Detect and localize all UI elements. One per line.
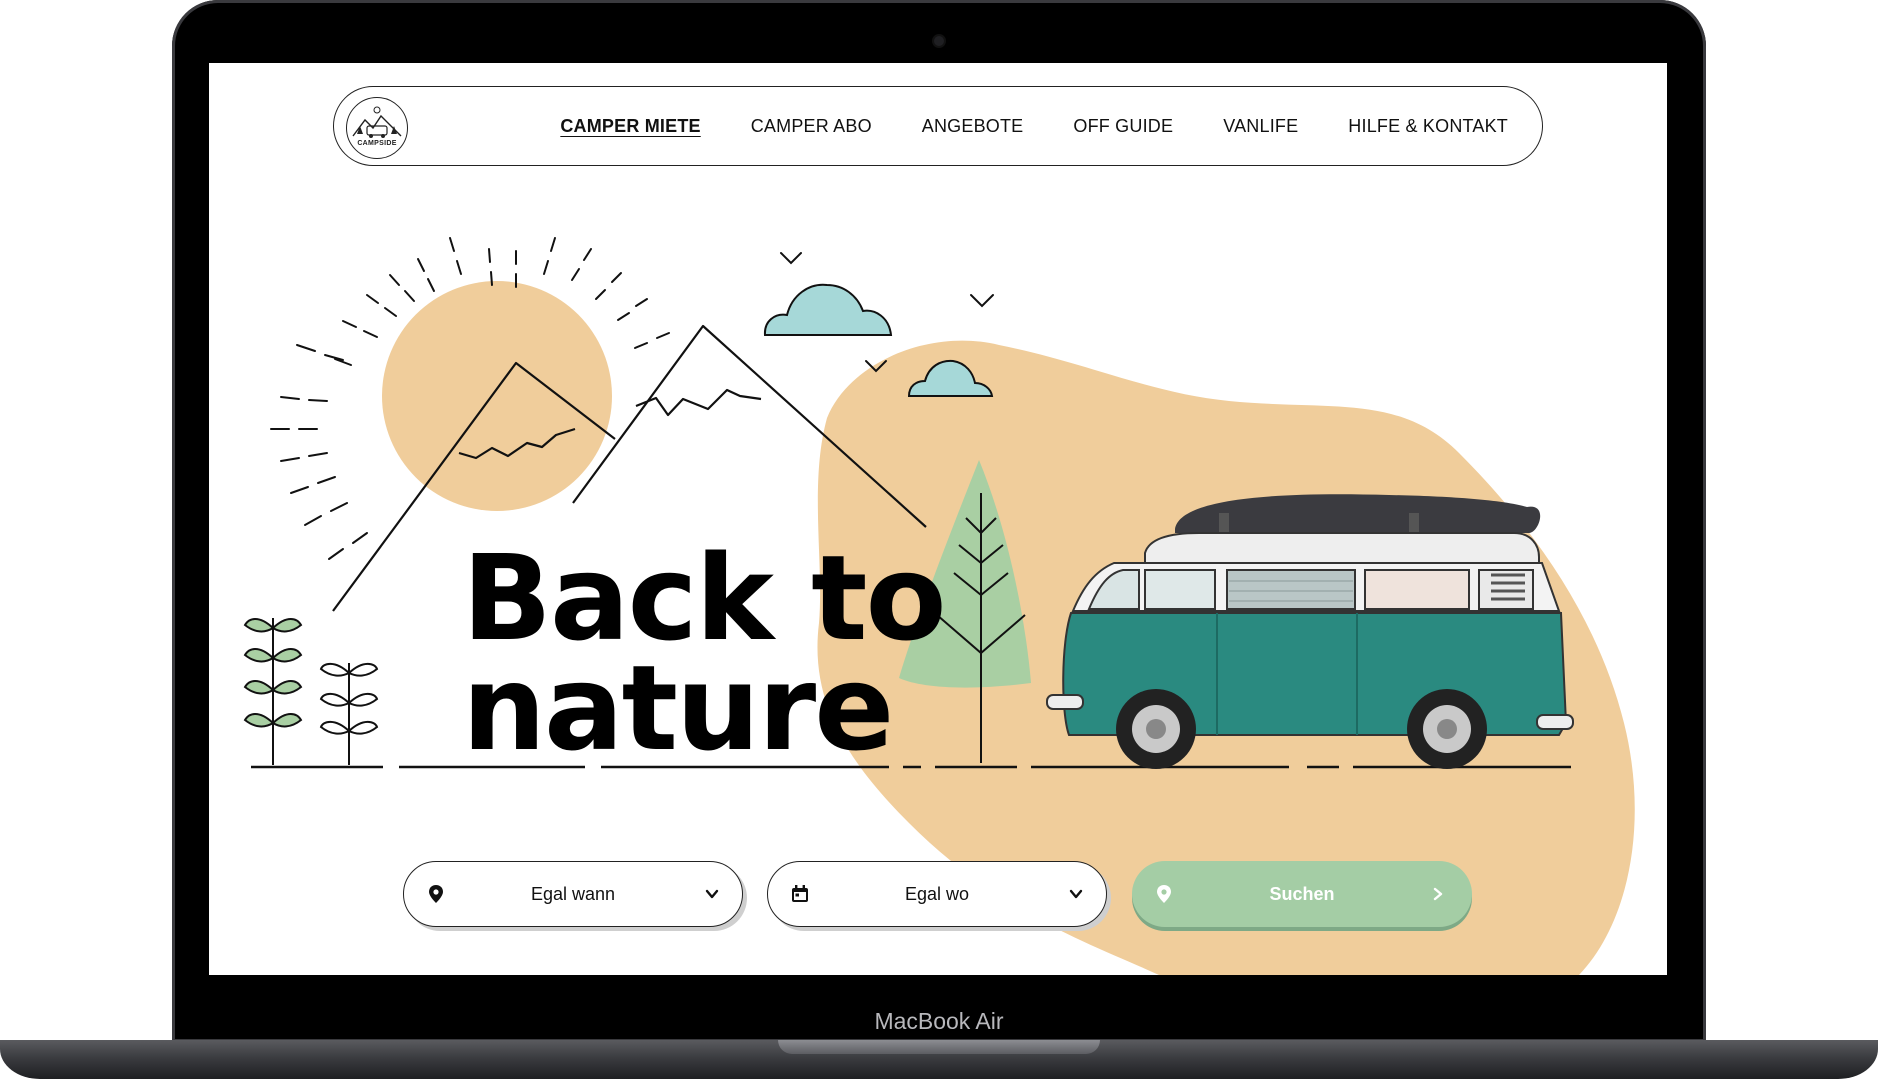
chevron-down-icon (1069, 889, 1083, 899)
chevron-right-icon (1433, 887, 1443, 901)
screen: CAMPSIDE CAMPER MIETE CAMPER ABO ANGEBOT… (209, 63, 1667, 975)
hero-headline: Back to nature (462, 539, 982, 767)
search-button-label: Suchen (1269, 884, 1335, 904)
top-navigation: CAMPSIDE CAMPER MIETE CAMPER ABO ANGEBOT… (333, 86, 1543, 166)
hero-illustration (243, 237, 1635, 975)
sun (382, 281, 612, 511)
device-label: MacBook Air (874, 1008, 1004, 1034)
when-select-label: Egal wann (530, 884, 616, 904)
laptop-notch (778, 1040, 1100, 1054)
nav-item-camper-miete[interactable]: CAMPER MIETE (560, 116, 700, 137)
cloud-large (763, 283, 893, 336)
where-select[interactable]: Egal wo (767, 861, 1107, 927)
chevron-down-icon (705, 889, 719, 899)
headline-line-2: nature (462, 639, 894, 777)
nav-item-angebote[interactable]: ANGEBOTE (922, 116, 1024, 137)
when-select[interactable]: Egal wann (403, 861, 743, 927)
nav-item-hilfe-kontakt[interactable]: HILFE & KONTAKT (1348, 116, 1508, 137)
plants (243, 618, 379, 765)
campside-logo[interactable]: CAMPSIDE (346, 97, 408, 159)
nav-item-vanlife[interactable]: VANLIFE (1223, 116, 1298, 137)
nav-item-camper-abo[interactable]: CAMPER ABO (751, 116, 872, 137)
webcam (934, 36, 944, 46)
nav-menu: CAMPER MIETE CAMPER ABO ANGEBOTE OFF GUI… (560, 87, 1508, 165)
logo-mountain-icon (352, 106, 402, 138)
nav-item-off-guide[interactable]: OFF GUIDE (1073, 116, 1173, 137)
logo-text: CAMPSIDE (357, 140, 397, 147)
search-button[interactable]: Suchen (1132, 861, 1472, 927)
where-select-label: Egal wo (904, 884, 970, 904)
